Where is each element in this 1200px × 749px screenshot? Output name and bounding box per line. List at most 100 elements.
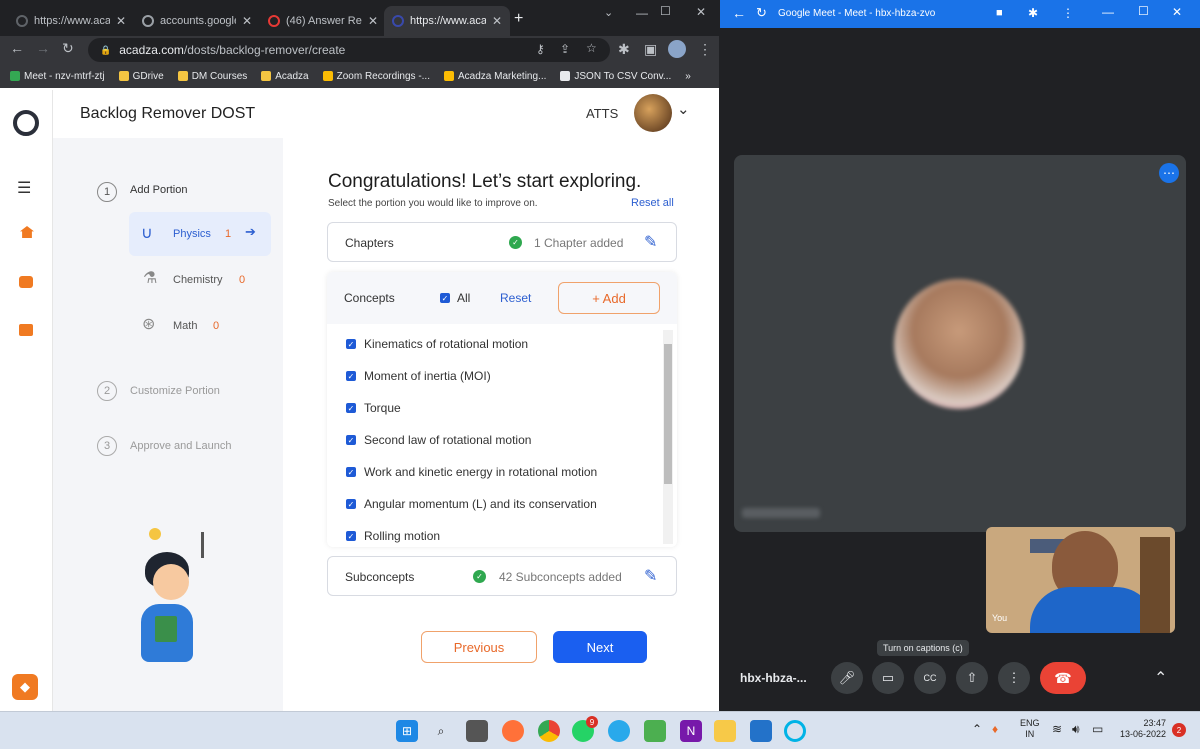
checkbox[interactable]: ✓ bbox=[346, 403, 356, 413]
chevron-up-icon[interactable]: ⌃ bbox=[972, 722, 982, 736]
notification-badge[interactable]: 2 bbox=[1172, 723, 1186, 737]
list-item[interactable]: ✓ Kinematics of rotational motion bbox=[327, 328, 663, 360]
back-icon[interactable]: ← bbox=[10, 40, 24, 56]
list-item[interactable]: ✓ Work and kinetic energy in rotational m… bbox=[327, 456, 663, 488]
captions-button[interactable]: CC bbox=[914, 662, 946, 694]
close-window-icon[interactable]: ✕ bbox=[696, 5, 706, 19]
reset-link[interactable]: Reset bbox=[500, 291, 531, 305]
extensions-icon[interactable]: ✱ bbox=[1028, 6, 1038, 20]
users-icon[interactable] bbox=[19, 276, 33, 288]
tab-4[interactable]: https://www.aca ✕ bbox=[384, 6, 510, 36]
calendar-icon[interactable] bbox=[19, 324, 33, 336]
checkbox[interactable]: ✓ bbox=[346, 531, 356, 541]
chapters-card[interactable]: Chapters ✓ 1 Chapter added ✎ bbox=[327, 222, 677, 262]
more-icon[interactable]: ⋮ bbox=[998, 662, 1030, 694]
bookmark-gdrive[interactable]: GDrive bbox=[118, 71, 164, 82]
more-options-icon[interactable]: ⋯ bbox=[1159, 163, 1179, 183]
checkbox[interactable]: ✓ bbox=[346, 371, 356, 381]
list-item[interactable]: ✓ Rolling motion bbox=[327, 520, 663, 546]
menu-toggle-icon[interactable]: ☰ bbox=[17, 178, 31, 198]
list-item[interactable]: ✓ Torque bbox=[327, 392, 663, 424]
forward-icon[interactable]: → bbox=[36, 40, 50, 56]
checkbox[interactable]: ✓ bbox=[346, 339, 356, 349]
subconcepts-card[interactable]: Subconcepts ✓ 42 Subconcepts added ✎ bbox=[327, 556, 677, 596]
language-indicator[interactable]: ENG IN bbox=[1020, 718, 1040, 740]
next-button[interactable]: Next bbox=[553, 631, 647, 663]
more-bookmarks[interactable]: » bbox=[685, 71, 691, 82]
bookmark-acadza[interactable]: Acadza bbox=[261, 71, 309, 82]
key-icon[interactable]: ⚷ bbox=[536, 42, 545, 56]
minimize-icon[interactable]: — bbox=[1102, 5, 1114, 19]
previous-button[interactable]: Previous bbox=[421, 631, 537, 663]
bookmark-dm-courses[interactable]: DM Courses bbox=[177, 71, 247, 82]
close-icon[interactable]: ✕ bbox=[368, 14, 378, 28]
clock[interactable]: 23:47 13-06-2022 bbox=[1112, 718, 1166, 740]
profile-avatar[interactable] bbox=[668, 40, 686, 58]
chevron-down-icon[interactable]: ⌄ bbox=[604, 6, 613, 19]
volume-icon[interactable]: 🔊︎ bbox=[1072, 722, 1080, 737]
reload-icon[interactable]: ↻ bbox=[62, 40, 74, 57]
mic-icon[interactable]: 🎤︎ bbox=[831, 662, 863, 694]
mic-in-use-icon[interactable]: ♦ bbox=[992, 722, 998, 736]
subject-math[interactable]: ⊛ Math 0 bbox=[129, 304, 271, 348]
checkbox[interactable]: ✓ bbox=[346, 435, 356, 445]
edit-icon[interactable]: ✎ bbox=[644, 566, 657, 586]
sidepanel-icon[interactable]: ▣ bbox=[644, 41, 657, 58]
meet-app-icon[interactable] bbox=[644, 720, 666, 742]
list-item[interactable]: ✓ Moment of inertia (MOI) bbox=[327, 360, 663, 392]
add-button[interactable]: + Add bbox=[558, 282, 660, 314]
close-icon[interactable]: ✕ bbox=[242, 14, 252, 28]
telegram-icon[interactable] bbox=[608, 720, 630, 742]
address-bar[interactable]: 🔒 acadza.com/dosts/backlog-remover/creat… bbox=[88, 38, 610, 62]
tab-3[interactable]: (46) Answer Req ✕ bbox=[260, 6, 386, 36]
new-tab-button[interactable]: + bbox=[514, 10, 523, 28]
search-icon[interactable]: ⌕ bbox=[430, 720, 452, 742]
list-item[interactable]: ✓ Second law of rotational motion bbox=[327, 424, 663, 456]
alexa-icon[interactable] bbox=[784, 720, 806, 742]
onenote-icon[interactable]: N bbox=[680, 720, 702, 742]
close-icon[interactable]: ✕ bbox=[492, 14, 502, 28]
share-icon[interactable]: ⇪ bbox=[560, 42, 570, 56]
scrollbar-thumb[interactable] bbox=[664, 344, 672, 484]
logo-icon[interactable] bbox=[13, 110, 39, 136]
battery-icon[interactable]: ▭ bbox=[1092, 722, 1103, 736]
list-item[interactable]: ✓ Angular momentum (L) and its conservati… bbox=[327, 488, 663, 520]
checkbox[interactable]: ✓ bbox=[346, 499, 356, 509]
back-icon[interactable]: ← bbox=[732, 5, 746, 21]
minimize-icon[interactable]: — bbox=[636, 6, 648, 20]
camera-icon[interactable]: ■ bbox=[996, 7, 1003, 19]
end-call-button[interactable]: ☎ bbox=[1040, 662, 1086, 694]
star-icon[interactable]: ☆ bbox=[586, 41, 597, 55]
subject-chemistry[interactable]: ⚗ Chemistry 0 bbox=[129, 258, 271, 302]
checkbox[interactable]: ✓ bbox=[346, 467, 356, 477]
step-1-label[interactable]: Add Portion bbox=[130, 184, 187, 196]
refresh-icon[interactable]: ↻ bbox=[756, 5, 767, 21]
close-icon[interactable]: ✕ bbox=[116, 14, 126, 28]
scrollbar-track[interactable] bbox=[663, 330, 673, 544]
chevron-up-icon[interactable]: ⌃ bbox=[1154, 668, 1167, 688]
menu-icon[interactable]: ⋮ bbox=[698, 41, 712, 58]
windows-start-icon[interactable]: ⊞ bbox=[396, 720, 418, 742]
wifi-icon[interactable]: ≋ bbox=[1052, 722, 1062, 736]
close-icon[interactable]: ✕ bbox=[1172, 5, 1182, 19]
camera-toggle-icon[interactable]: ▭ bbox=[872, 662, 904, 694]
bookmark-meet[interactable]: Meet - nzv-mtrf-ztj bbox=[10, 71, 105, 82]
bookmark-marketing[interactable]: Acadza Marketing... bbox=[444, 71, 546, 82]
bookmark-zoom[interactable]: Zoom Recordings -... bbox=[322, 71, 430, 82]
file-explorer-icon[interactable] bbox=[714, 720, 736, 742]
subject-physics[interactable]: ∪ Physics 1 ➔ bbox=[129, 212, 271, 256]
all-checkbox[interactable]: ✓ bbox=[440, 293, 450, 303]
tab-1[interactable]: https://www.aca ✕ bbox=[8, 6, 134, 36]
avatar[interactable] bbox=[634, 94, 672, 132]
edit-icon[interactable]: ✎ bbox=[644, 232, 657, 252]
maximize-icon[interactable]: ☐ bbox=[660, 4, 671, 18]
bookmark-json-csv[interactable]: JSON To CSV Conv... bbox=[560, 71, 671, 82]
home-icon[interactable] bbox=[20, 226, 34, 238]
menu-icon[interactable]: ⋮ bbox=[1062, 6, 1074, 20]
chevron-down-icon[interactable]: ⌄ bbox=[677, 100, 690, 118]
chrome-icon[interactable] bbox=[538, 720, 560, 742]
reset-all-link[interactable]: Reset all bbox=[631, 197, 674, 209]
extensions-icon[interactable]: ✱ bbox=[618, 41, 630, 58]
firefox-icon[interactable] bbox=[502, 720, 524, 742]
mail-icon[interactable] bbox=[750, 720, 772, 742]
